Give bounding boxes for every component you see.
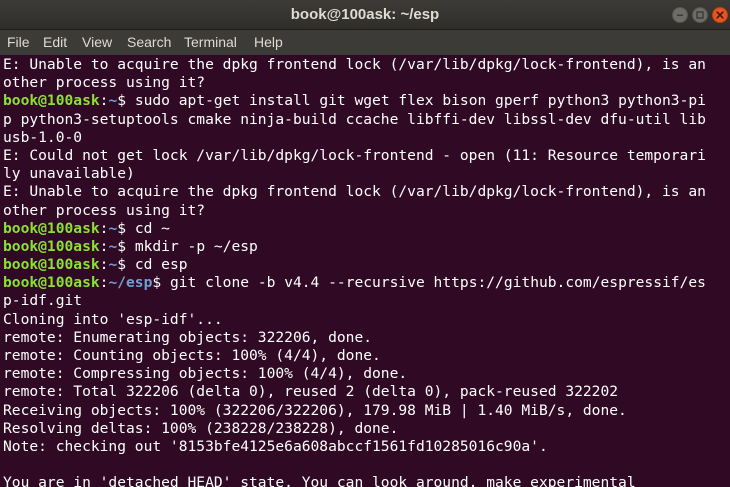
menu-help[interactable]: Help <box>254 30 283 55</box>
prompt-symbol: $ <box>117 219 135 237</box>
prompt-path: ~/esp <box>108 274 153 292</box>
prompt-path: ~ <box>108 219 118 237</box>
output-line: remote: Counting objects: 100% (4/4), do… <box>3 347 381 364</box>
prompt-user: book@100ask <box>3 92 100 110</box>
output-line: remote: Total 322206 (delta 0), reused 2… <box>3 383 619 401</box>
prompt-user: book@100ask <box>3 256 100 274</box>
command-text: mkdir -p ~/esp <box>134 237 258 255</box>
menu-search[interactable]: Search <box>127 30 171 55</box>
close-button[interactable] <box>712 7 728 23</box>
menu-file[interactable]: File <box>7 30 30 55</box>
output-line: other process using it? <box>3 201 206 219</box>
command-text: cd esp <box>134 256 188 274</box>
output-line: ly unavailable) <box>3 165 135 183</box>
minimize-icon <box>677 14 683 16</box>
prompt-line: book@100ask:~$ cd ~ <box>3 220 730 238</box>
prompt-symbol: $ <box>117 256 135 274</box>
output-line: remote: Enumerating objects: 322206, don… <box>3 328 373 346</box>
prompt-symbol: $ <box>152 274 170 292</box>
prompt-user: book@100ask <box>3 274 100 292</box>
output-line: Receiving objects: 100% (322206/322206),… <box>3 401 627 419</box>
maximize-button[interactable] <box>692 7 708 23</box>
command-text: cd ~ <box>134 219 170 237</box>
menu-view[interactable]: View <box>82 30 112 55</box>
prompt-path: ~ <box>108 237 118 255</box>
output-line: usb-1.0-0 <box>3 128 83 146</box>
maximize-icon <box>696 11 704 19</box>
command-text: sudo apt-get install git wget flex bison… <box>134 92 706 110</box>
output-line: Note: checking out '8153bfe4125e6a608abc… <box>3 437 548 455</box>
menu-bar: File Edit View Search Terminal Help <box>0 30 730 55</box>
output-line: E: Could not get lock /var/lib/dpkg/lock… <box>3 146 706 164</box>
menu-terminal[interactable]: Terminal <box>184 30 237 55</box>
prompt-path: ~ <box>108 92 118 110</box>
output-line: E: Unable to acquire the dpkg frontend l… <box>3 183 706 201</box>
command-text: git clone -b v4.4 --recursive https://gi… <box>169 274 706 292</box>
output-line: Resolving deltas: 100% (238228/238228), … <box>3 419 399 437</box>
output-line: remote: Compressing objects: 100% (4/4),… <box>3 365 408 383</box>
output-line: E: Unable to acquire the dpkg frontend l… <box>3 56 706 73</box>
output-line: other process using it? <box>3 74 206 92</box>
output-line: You are in 'detached HEAD' state. You ca… <box>3 474 636 487</box>
prompt-line: book@100ask:~/esp$ git clone -b v4.4 --r… <box>3 274 730 292</box>
output-line: Cloning into 'esp-idf'... <box>3 310 223 328</box>
output-line: p-idf.git <box>3 292 83 310</box>
prompt-user: book@100ask <box>3 219 100 237</box>
window-title: book@100ask: ~/esp <box>290 6 440 23</box>
prompt-user: book@100ask <box>3 237 100 255</box>
title-bar[interactable]: book@100ask: ~/esp <box>0 0 730 30</box>
terminal-output[interactable]: E: Unable to acquire the dpkg frontend l… <box>0 55 730 487</box>
minimize-button[interactable] <box>672 7 688 23</box>
prompt-line: book@100ask:~$ cd esp <box>3 256 730 274</box>
close-icon <box>716 11 724 19</box>
prompt-line: book@100ask:~$ sudo apt-get install git … <box>3 92 730 110</box>
output-line: p python3-setuptools cmake ninja-build c… <box>3 110 706 128</box>
prompt-line: book@100ask:~$ mkdir -p ~/esp <box>3 238 730 256</box>
menu-edit[interactable]: Edit <box>43 30 67 55</box>
prompt-symbol: $ <box>117 237 135 255</box>
prompt-symbol: $ <box>117 92 135 110</box>
terminal-window: book@100ask: ~/esp File Edit View Search… <box>0 0 730 487</box>
prompt-path: ~ <box>108 256 118 274</box>
